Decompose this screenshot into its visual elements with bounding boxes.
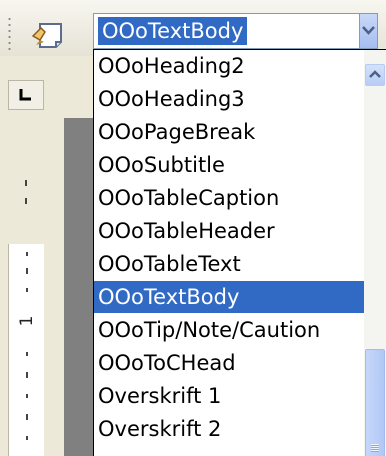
ruler-tick bbox=[26, 414, 28, 420]
list-item[interactable]: OOoTableHeader bbox=[94, 215, 364, 247]
toolbar-grip[interactable] bbox=[8, 16, 11, 52]
vertical-ruler-top bbox=[8, 120, 44, 244]
list-item-selected[interactable]: OOoTextBody bbox=[94, 281, 364, 313]
page-shadow bbox=[64, 118, 94, 456]
tab-stop-selector[interactable] bbox=[8, 80, 44, 110]
ruler-number: 1 bbox=[17, 315, 37, 327]
chevron-up-icon bbox=[369, 70, 381, 78]
list-item[interactable]: OOoToCHead bbox=[94, 347, 364, 379]
ruler-tick bbox=[25, 198, 27, 204]
list-item[interactable]: Overskrift 1 bbox=[94, 380, 364, 412]
scroll-up-button[interactable] bbox=[365, 64, 385, 86]
list-item[interactable]: OOoTableCaption bbox=[94, 182, 364, 214]
list-item[interactable]: OOoHeading3 bbox=[94, 83, 364, 115]
list-item[interactable]: OOoPageBreak bbox=[94, 116, 364, 148]
list-item[interactable]: OOoTip/Note/Caution bbox=[94, 314, 364, 346]
list-item[interactable]: OOoSubtitle bbox=[94, 149, 364, 181]
list-item[interactable]: OOoTableText bbox=[94, 248, 364, 280]
ruler-tick bbox=[26, 394, 28, 398]
scroll-thumb[interactable] bbox=[365, 349, 385, 456]
ruler-tick bbox=[26, 372, 28, 378]
combo-value[interactable]: OOoTextBody bbox=[98, 17, 248, 45]
thumb-grip bbox=[371, 444, 379, 452]
list-item[interactable]: OOoHeading2 bbox=[94, 50, 364, 82]
toolbar: OOoTextBody bbox=[0, 0, 386, 56]
ruler-tick bbox=[26, 288, 28, 292]
left-tab-icon bbox=[19, 89, 31, 101]
paragraph-style-combo[interactable]: OOoTextBody bbox=[93, 13, 378, 49]
style-dropdown-list[interactable]: OOoHeading2 OOoHeading3 OOoPageBreak OOo… bbox=[93, 49, 386, 456]
ruler-tick bbox=[26, 268, 28, 274]
ruler-gap bbox=[64, 84, 94, 118]
ruler-tick bbox=[26, 252, 28, 256]
combo-dropdown-button[interactable] bbox=[359, 14, 377, 48]
apply-style-icon[interactable] bbox=[28, 18, 68, 54]
ruler-tick bbox=[25, 180, 27, 186]
vertical-scrollbar[interactable] bbox=[364, 50, 386, 456]
ruler-tick bbox=[26, 352, 28, 356]
vertical-ruler: 1 bbox=[8, 244, 44, 456]
ruler-tick bbox=[26, 436, 28, 440]
list-item[interactable]: Overskrift 2 bbox=[94, 413, 364, 445]
chevron-down-icon bbox=[362, 26, 375, 35]
